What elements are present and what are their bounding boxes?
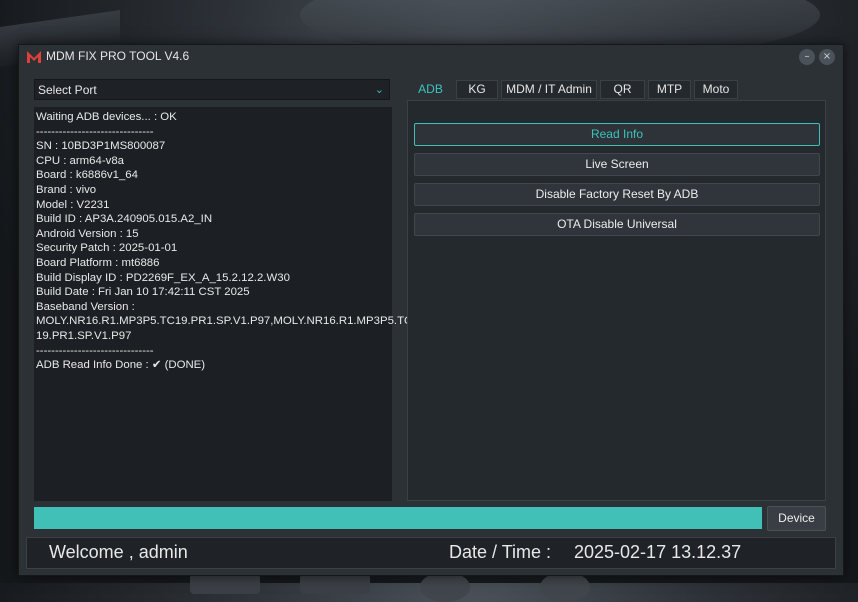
minimize-button[interactable]: – — [799, 49, 815, 65]
log-line: Brand : vivo — [36, 183, 97, 196]
log-line: CPU : arm64-v8a — [36, 154, 124, 167]
background-taskbar-item — [300, 574, 370, 594]
progress-fill — [34, 507, 762, 529]
adb-tab-panel: Read Info Live Screen Disable Factory Re… — [407, 100, 826, 501]
read-info-button[interactable]: Read Info — [414, 123, 820, 146]
device-button[interactable]: Device — [767, 506, 826, 531]
app-logo-icon — [27, 51, 41, 63]
log-line: ADB Read Info Done : ✔ (DONE) — [36, 359, 206, 372]
app-window: MDM FIX PRO TOOL V4.6 – × Select Port ⌄ … — [18, 44, 844, 576]
log-line: ------------------------------- — [36, 344, 154, 357]
log-line: Build Display ID : PD2269F_EX_A_15.2.12.… — [36, 271, 290, 284]
port-select-value: Select Port — [38, 83, 97, 97]
welcome-text: Welcome , admin — [49, 542, 188, 562]
port-select[interactable]: Select Port ⌄ — [34, 79, 390, 100]
log-line: Security Patch : 2025-01-01 — [36, 242, 178, 255]
log-line: Build ID : AP3A.240905.015.A2_IN — [36, 213, 213, 226]
progress-bar — [34, 507, 762, 529]
tab-kg[interactable]: KG — [456, 80, 498, 99]
ota-disable-button[interactable]: OTA Disable Universal — [414, 213, 820, 236]
close-button[interactable]: × — [819, 49, 835, 65]
chevron-down-icon: ⌄ — [374, 84, 384, 96]
status-bar: Welcome , admin Date / Time : 2025-02-17… — [26, 537, 836, 569]
log-line: ------------------------------- — [36, 125, 154, 138]
log-line: Build Date : Fri Jan 10 17:42:11 CST 202… — [36, 286, 250, 299]
log-line: Baseband Version : — [36, 300, 135, 313]
log-line: 19.PR1.SP.V1.P97 — [36, 329, 132, 342]
log-line: MOLY.NR16.R1.MP3P5.TC19.PR1.SP.V1.P97,MO… — [36, 315, 413, 328]
live-screen-button[interactable]: Live Screen — [414, 153, 820, 176]
tab-mtp[interactable]: MTP — [648, 80, 691, 99]
background-taskbar-item — [190, 574, 260, 594]
title-bar[interactable]: MDM FIX PRO TOOL V4.6 – × — [19, 45, 843, 69]
tab-adb[interactable]: ADB — [408, 80, 453, 99]
log-line: Model : V2231 — [36, 198, 110, 211]
log-line: SN : 10BD3P1MS800087 — [36, 140, 166, 153]
tab-mdm-it-admin[interactable]: MDM / IT Admin — [501, 80, 597, 99]
log-output[interactable]: Waiting ADB devices... : OK ------------… — [34, 107, 413, 501]
background-taskbar-item — [540, 572, 590, 602]
log-line: Board : k6886v1_64 — [36, 169, 138, 182]
log-line: Waiting ADB devices... : OK — [36, 111, 177, 123]
datetime-label: Date / Time : — [449, 542, 552, 562]
datetime-value: 2025-02-17 13.12.37 — [574, 542, 742, 562]
window-title: MDM FIX PRO TOOL V4.6 — [46, 49, 190, 63]
disable-factory-reset-button[interactable]: Disable Factory Reset By ADB — [414, 183, 820, 206]
log-line: Android Version : 15 — [36, 227, 139, 240]
tab-moto[interactable]: Moto — [694, 80, 738, 99]
background-taskbar-item — [420, 572, 470, 602]
log-line: Board Platform : mt6886 — [36, 256, 160, 269]
tab-qr[interactable]: QR — [600, 80, 645, 99]
